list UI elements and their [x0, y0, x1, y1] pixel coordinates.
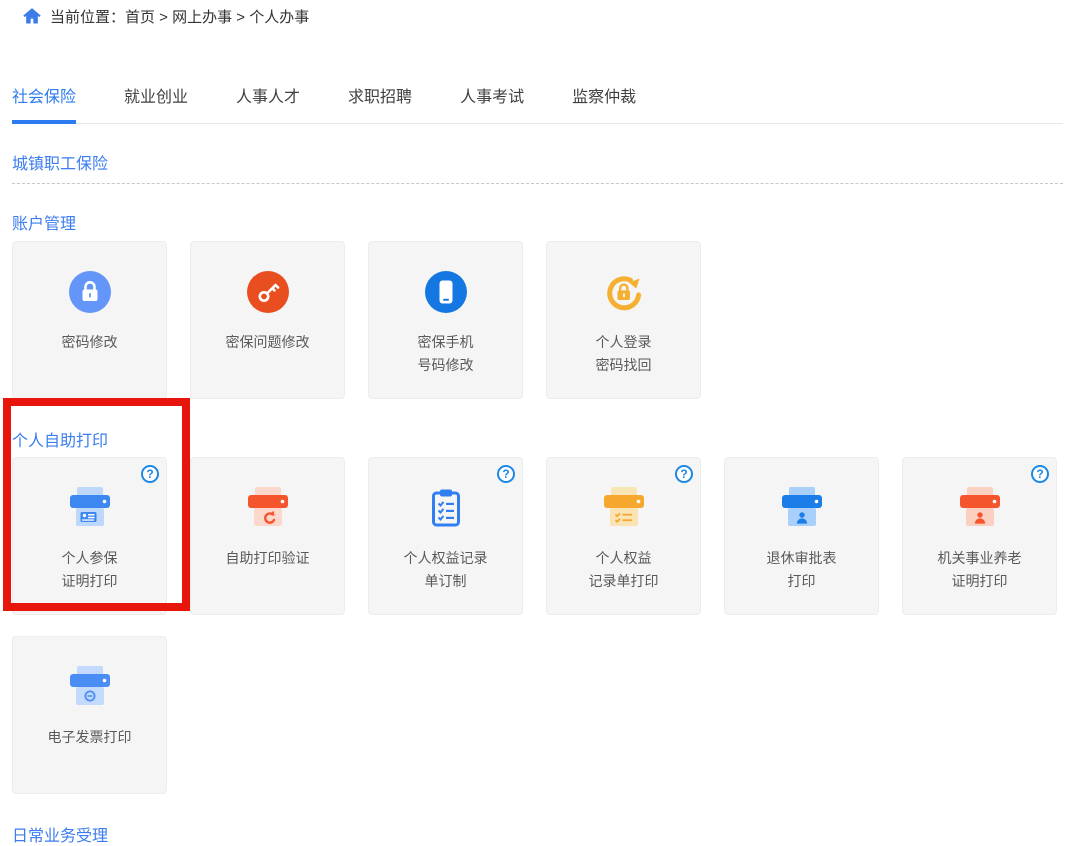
- card-label: 个人登录 密码找回: [547, 331, 700, 377]
- card-grid-self-print: ? 个人参保 证明打印: [12, 457, 1057, 794]
- category-title: 城镇职工保险: [12, 150, 1063, 184]
- card-security-phone-change[interactable]: 密保手机 号码修改: [368, 241, 523, 399]
- card-label: 个人权益 记录单打印: [547, 547, 700, 593]
- card-label: 个人参保 证明打印: [13, 547, 166, 593]
- phone-icon: [369, 268, 522, 318]
- help-icon[interactable]: ?: [675, 465, 693, 483]
- tab-supervision-arbitration[interactable]: 监察仲裁: [572, 83, 636, 124]
- printer-pension-icon: [903, 484, 1056, 534]
- tab-personnel-exam[interactable]: 人事考试: [460, 83, 524, 124]
- help-icon[interactable]: ?: [1031, 465, 1049, 483]
- lock-icon: [13, 268, 166, 318]
- card-label: 退休审批表 打印: [725, 547, 878, 593]
- help-icon[interactable]: ?: [497, 465, 515, 483]
- password-recover-icon: [547, 268, 700, 318]
- printer-person-icon: [725, 484, 878, 534]
- printer-checklist-icon: [547, 484, 700, 534]
- home-icon[interactable]: [22, 6, 42, 26]
- card-label: 密码修改: [13, 331, 166, 354]
- card-label: 密保手机 号码修改: [369, 331, 522, 377]
- group-title-daily-business: 日常业务受理: [12, 822, 1063, 846]
- card-self-print-verify[interactable]: 自助打印验证: [190, 457, 345, 615]
- card-e-invoice-print[interactable]: 电子发票打印: [12, 636, 167, 794]
- card-label: 密保问题修改: [191, 331, 344, 354]
- printer-idcard-icon: [13, 484, 166, 534]
- group-title-account-management: 账户管理: [12, 210, 1063, 234]
- printer-invoice-icon: [13, 663, 166, 713]
- clipboard-checklist-icon: [369, 484, 522, 534]
- group-title-self-print: 个人自助打印: [12, 427, 1063, 451]
- card-password-recover[interactable]: 个人登录 密码找回: [546, 241, 701, 399]
- card-grid-account: 密码修改 密保问题修改 密保手机 号码修改: [12, 241, 1057, 399]
- printer-verify-icon: [191, 484, 344, 534]
- card-rights-record-print[interactable]: ? 个人权益 记录单打印: [546, 457, 701, 615]
- tab-job-recruitment[interactable]: 求职招聘: [348, 83, 412, 124]
- card-label: 自助打印验证: [191, 547, 344, 570]
- tab-bar: 社会保险 就业创业 人事人才 求职招聘 人事考试 监察仲裁: [12, 83, 1063, 124]
- breadcrumb-text: 当前位置：首页 > 网上办事 > 个人办事: [50, 6, 309, 27]
- card-password-change[interactable]: 密码修改: [12, 241, 167, 399]
- card-retirement-approval-print[interactable]: 退休审批表 打印: [724, 457, 879, 615]
- card-pension-certificate-print[interactable]: ? 机关事业养老 证明打印: [902, 457, 1057, 615]
- card-label: 个人权益记录 单订制: [369, 547, 522, 593]
- card-label: 电子发票打印: [13, 726, 166, 749]
- help-icon[interactable]: ?: [141, 465, 159, 483]
- tab-personnel-talent[interactable]: 人事人才: [236, 83, 300, 124]
- breadcrumb: 当前位置：首页 > 网上办事 > 个人办事: [0, 0, 1075, 27]
- card-insurance-certificate-print[interactable]: ? 个人参保 证明打印: [12, 457, 167, 615]
- tab-social-insurance[interactable]: 社会保险: [12, 83, 76, 124]
- card-security-question-change[interactable]: 密保问题修改: [190, 241, 345, 399]
- tab-employment[interactable]: 就业创业: [124, 83, 188, 124]
- card-label: 机关事业养老 证明打印: [903, 547, 1056, 593]
- key-icon: [191, 268, 344, 318]
- card-rights-record-customize[interactable]: ? 个人权益记录 单订制: [368, 457, 523, 615]
